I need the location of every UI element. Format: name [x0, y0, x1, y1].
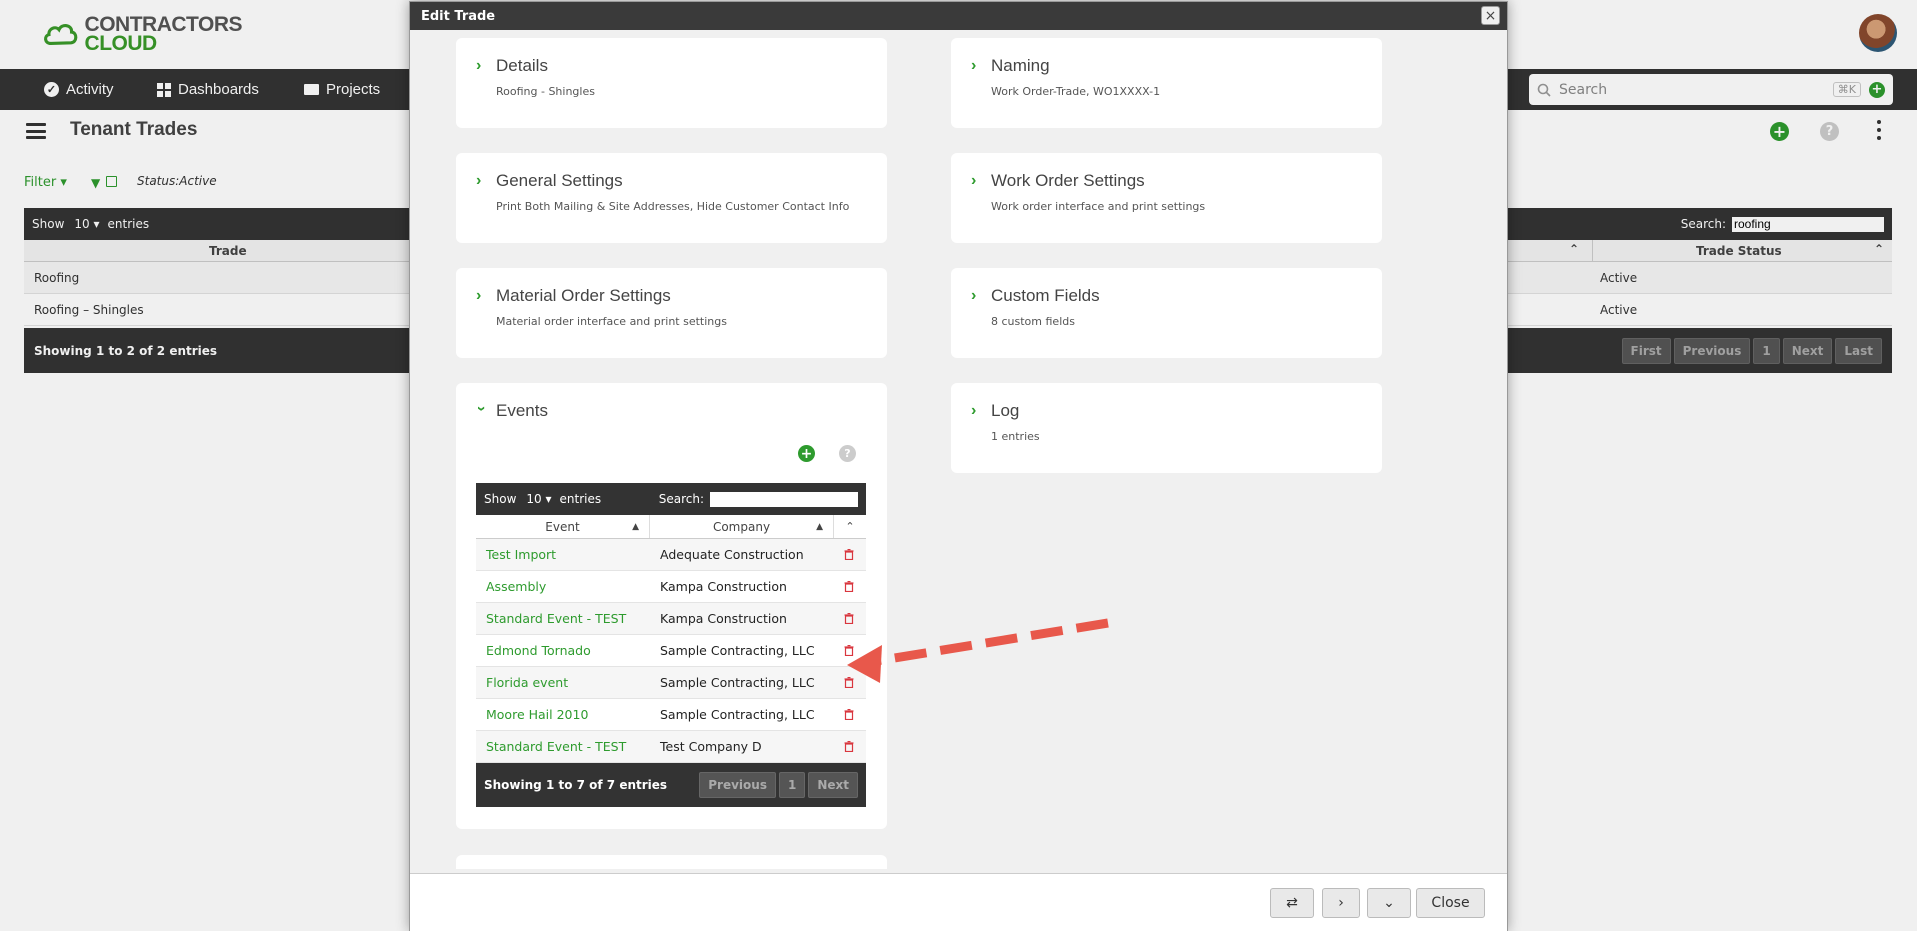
- events-table: Show 10 ▾ entries Search: Event ▲ Company…: [476, 483, 866, 807]
- naming-card[interactable]: › Naming Work Order-Trade, WO1XXXX-1: [951, 38, 1382, 128]
- event-link[interactable]: Test Import: [476, 547, 650, 562]
- events-search-input[interactable]: [710, 491, 858, 507]
- trash-icon[interactable]: [834, 645, 864, 656]
- event-link[interactable]: Edmond Tornado: [476, 643, 650, 658]
- swap-icon: ⇄: [1286, 895, 1298, 911]
- events-table-header: Event ▲ Company ▲ ⌃: [476, 515, 866, 539]
- chevron-right-icon: ›: [971, 287, 977, 304]
- col-event[interactable]: Event ▲: [476, 515, 650, 538]
- event-link[interactable]: Assembly: [476, 579, 650, 594]
- custom-fields-title: Custom Fields: [991, 286, 1100, 305]
- sort-icon: ▲: [632, 521, 639, 532]
- naming-title: Naming: [991, 56, 1050, 75]
- show-label: Show: [484, 492, 517, 506]
- swap-button[interactable]: ⇄: [1270, 888, 1314, 918]
- col-company-label: Company: [712, 519, 771, 534]
- work-order-settings-card[interactable]: › Work Order Settings Work order interfac…: [951, 153, 1382, 243]
- col-actions[interactable]: ⌃: [834, 515, 866, 538]
- events-page-size-select[interactable]: 10 ▾: [526, 492, 551, 506]
- company-cell: Sample Contracting, LLC: [660, 675, 815, 690]
- table-row: Standard Event - TEST Kampa Construction: [476, 603, 866, 635]
- sort-icon: ▲: [816, 521, 823, 532]
- trash-icon[interactable]: [834, 581, 864, 592]
- company-cell: Kampa Construction: [660, 611, 787, 626]
- material-order-title: Material Order Settings: [496, 286, 671, 305]
- log-title: Log: [991, 401, 1020, 420]
- page-size-value: 10: [526, 492, 542, 506]
- events-search-label: Search:: [658, 492, 704, 506]
- table-row: Test Import Adequate Construction: [476, 539, 866, 571]
- events-title: Events: [496, 401, 548, 420]
- work-order-title: Work Order Settings: [991, 171, 1145, 190]
- modal-footer: ⇄ › ⌄ Close: [410, 873, 1507, 931]
- custom-fields-subtitle: 8 custom fields: [991, 315, 1075, 328]
- event-link[interactable]: Standard Event - TEST: [476, 739, 650, 754]
- trash-icon[interactable]: [834, 549, 864, 560]
- details-card[interactable]: › Details Roofing - Shingles: [456, 38, 887, 128]
- chevron-right-icon: ›: [1338, 895, 1344, 911]
- pager-page[interactable]: 1: [778, 772, 806, 798]
- close-button[interactable]: Close: [1416, 888, 1485, 918]
- material-order-settings-card[interactable]: › Material Order Settings Material order …: [456, 268, 887, 358]
- chevron-right-icon: ›: [971, 57, 977, 74]
- events-table-toolbar: Show 10 ▾ entries Search:: [476, 483, 866, 515]
- chevron-right-icon: ›: [971, 172, 977, 189]
- table-row: Florida event Sample Contracting, LLC: [476, 667, 866, 699]
- help-icon[interactable]: ?: [839, 445, 856, 462]
- table-row: Standard Event - TEST Test Company D: [476, 731, 866, 763]
- company-cell: Kampa Construction: [660, 579, 787, 594]
- log-card[interactable]: › Log 1 entries: [951, 383, 1382, 473]
- next-section-card: [456, 855, 887, 869]
- table-row: Assembly Kampa Construction: [476, 571, 866, 603]
- chevron-down-icon: ›: [473, 406, 490, 412]
- company-cell: Sample Contracting, LLC: [660, 707, 815, 722]
- custom-fields-card[interactable]: › Custom Fields 8 custom fields: [951, 268, 1382, 358]
- table-row: Moore Hail 2010 Sample Contracting, LLC: [476, 699, 866, 731]
- modal-header: Edit Trade: [410, 2, 1507, 30]
- sort-icon: ⌃: [845, 520, 855, 533]
- details-subtitle: Roofing - Shingles: [496, 85, 595, 98]
- work-order-subtitle: Work order interface and print settings: [991, 200, 1206, 213]
- events-header[interactable]: › Events: [473, 401, 867, 421]
- modal-title: Edit Trade: [421, 9, 496, 24]
- chevron-right-icon: ›: [971, 402, 977, 419]
- details-title: Details: [496, 56, 548, 75]
- add-event-icon[interactable]: +: [798, 445, 815, 462]
- general-settings-title: General Settings: [496, 171, 623, 190]
- events-table-body: Test Import Adequate Construction Assembl…: [476, 539, 866, 763]
- chevron-right-icon: ›: [476, 172, 482, 189]
- close-icon[interactable]: ×: [1481, 6, 1500, 25]
- col-company[interactable]: Company ▲: [650, 515, 834, 538]
- pager-previous[interactable]: Previous: [699, 772, 776, 798]
- event-link[interactable]: Standard Event - TEST: [476, 611, 650, 626]
- general-settings-card[interactable]: › General Settings Print Both Mailing & S…: [456, 153, 887, 243]
- material-order-subtitle: Material order interface and print setti…: [496, 315, 727, 328]
- naming-subtitle: Work Order-Trade, WO1XXXX-1: [991, 85, 1161, 98]
- col-event-label: Event: [545, 519, 580, 534]
- event-link[interactable]: Florida event: [476, 675, 650, 690]
- events-table-info: Showing 1 to 7 of 7 entries: [484, 778, 668, 792]
- trash-icon[interactable]: [834, 677, 864, 688]
- company-cell: Adequate Construction: [660, 547, 804, 562]
- log-subtitle: 1 entries: [991, 430, 1040, 443]
- event-link[interactable]: Moore Hail 2010: [476, 707, 650, 722]
- pager-next[interactable]: Next: [808, 772, 858, 798]
- expand-button[interactable]: ⌄: [1367, 888, 1411, 918]
- table-row: Edmond Tornado Sample Contracting, LLC: [476, 635, 866, 667]
- events-table-footer: Showing 1 to 7 of 7 entries Previous 1 Nex…: [476, 763, 866, 807]
- trash-icon[interactable]: [834, 741, 864, 752]
- chevron-right-icon: ›: [476, 287, 482, 304]
- company-cell: Test Company D: [660, 739, 762, 754]
- entries-label: entries: [559, 492, 602, 506]
- trash-icon[interactable]: [834, 709, 864, 720]
- chevron-down-icon: ⌄: [1383, 895, 1395, 911]
- next-button[interactable]: ›: [1322, 888, 1360, 918]
- general-settings-subtitle: Print Both Mailing & Site Addresses, Hid…: [496, 200, 850, 213]
- trash-icon[interactable]: [834, 613, 864, 624]
- chevron-right-icon: ›: [476, 57, 482, 74]
- company-cell: Sample Contracting, LLC: [660, 643, 815, 658]
